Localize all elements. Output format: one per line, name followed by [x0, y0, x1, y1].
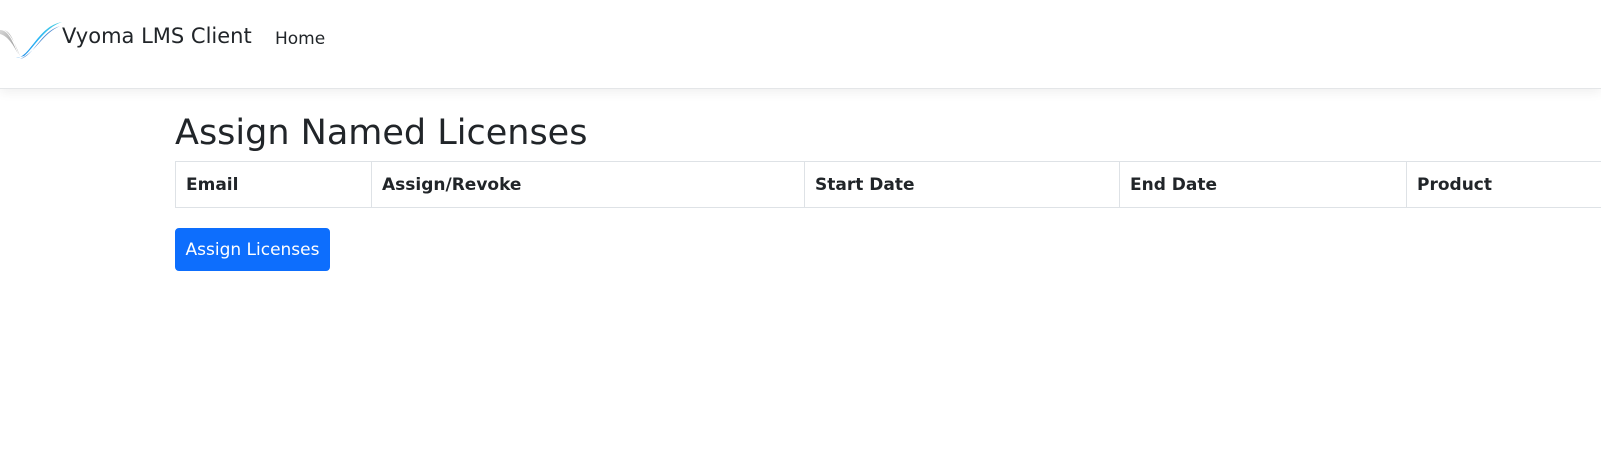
- licenses-table: Email Assign/Revoke Start Date End Date …: [175, 161, 1601, 208]
- column-header-email: Email: [175, 161, 372, 208]
- page-title: Assign Named Licenses: [175, 113, 588, 153]
- licenses-table-container: Email Assign/Revoke Start Date End Date …: [175, 161, 1601, 208]
- top-navbar: Vyoma LMS Client Home: [0, 0, 1601, 89]
- column-header-end-date: End Date: [1119, 161, 1407, 208]
- column-header-product: Product: [1406, 161, 1601, 208]
- assign-licenses-button[interactable]: Assign Licenses: [175, 228, 330, 271]
- nav-link-home[interactable]: Home: [275, 28, 325, 50]
- vyoma-swoosh-logo-icon: [0, 22, 62, 59]
- column-header-assign-revoke: Assign/Revoke: [371, 161, 805, 208]
- table-header-row: Email Assign/Revoke Start Date End Date …: [175, 161, 1601, 208]
- brand-name: Vyoma LMS Client: [62, 24, 252, 48]
- column-header-start-date: Start Date: [804, 161, 1120, 208]
- brand-link[interactable]: Vyoma LMS Client: [0, 18, 252, 62]
